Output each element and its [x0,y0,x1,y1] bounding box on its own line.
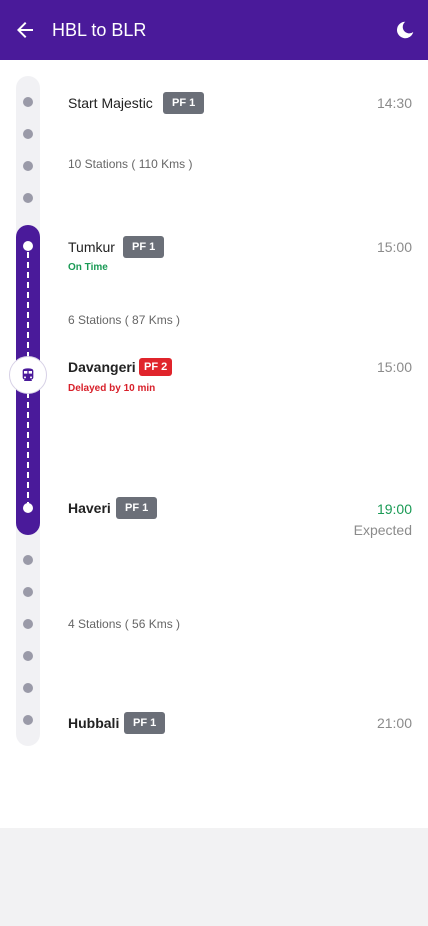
platform-badge: PF 1 [116,497,158,519]
station-name: Start Majestic [68,95,153,111]
platform-badge: PF 1 [124,712,166,734]
train-position-marker [9,356,47,394]
segment-info: 6 Stations ( 87 Kms ) [68,313,181,327]
station-status: Delayed by 10 min [68,383,156,394]
segment-info: 4 Stations ( 56 Kms ) [68,617,181,631]
timeline-dot [23,129,33,139]
page-title: HBL to BLR [52,20,147,40]
platform-badge: PF 1 [163,92,205,114]
station-name: Tumkur [68,239,115,255]
timeline-dot [23,683,33,693]
timeline-dot [23,651,33,661]
timeline-dot [23,619,33,629]
timeline-dot [23,161,33,171]
station-time: 15:00 [376,239,412,255]
station-name: Haveri [68,500,111,516]
timeline-dot [23,555,33,565]
timeline-dot [23,587,33,597]
journey-timeline: Start Majestic PF 1 14:30 10 Stations ( … [0,60,428,828]
time-note: Expected [353,522,412,538]
timeline-dot [23,715,33,725]
timeline-dot-active [23,241,33,251]
platform-badge: PF 1 [123,236,165,258]
station-name: Hubbali [68,715,120,731]
arrow-left-icon[interactable] [13,18,37,42]
train-icon [22,368,34,381]
app-bar: HBL to BLR [0,0,428,60]
timeline-dot [23,193,33,203]
platform-badge: PF 2 [139,358,173,376]
station-status: On Time [68,262,108,273]
station-time: 19:00 [376,501,412,517]
station-name: Davangeri [68,359,136,375]
segment-info: 10 Stations ( 110 Kms ) [68,157,193,171]
station-time: 14:30 [376,95,412,111]
timeline-dot-active [23,503,33,513]
station-time: 15:00 [376,359,412,375]
station-time: 21:00 [376,715,412,731]
timeline-dot [23,97,33,107]
moon-icon[interactable] [394,19,416,41]
